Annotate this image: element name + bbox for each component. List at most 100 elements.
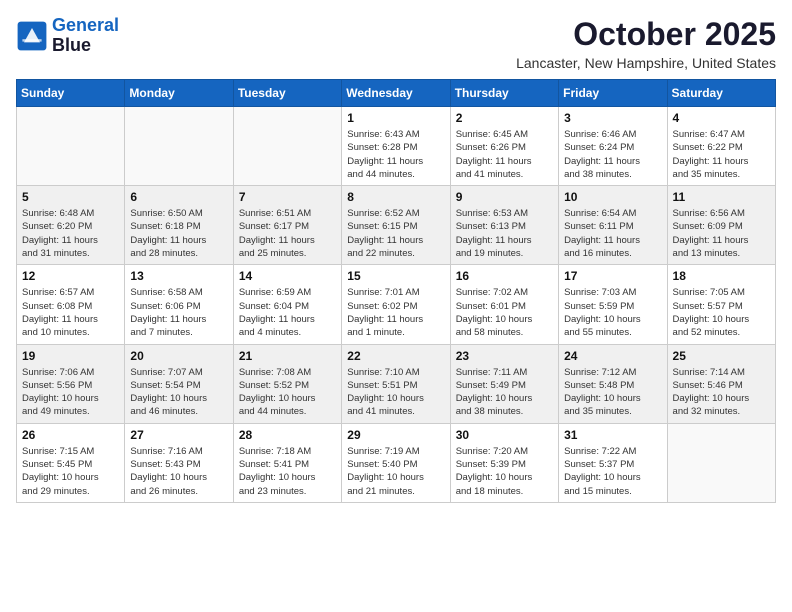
day-cell: 11 Sunrise: 6:56 AM Sunset: 6:09 PM Dayli… (667, 186, 775, 265)
day-number: 27 (130, 428, 227, 442)
day-number: 21 (239, 349, 336, 363)
day-info: Sunrise: 7:14 AM Sunset: 5:46 PM Dayligh… (673, 366, 770, 419)
day-cell: 4Sunrise: 6:47 AM Sunset: 6:22 PM Daylig… (667, 107, 775, 186)
day-cell: 15 Sunrise: 7:01 AM Sunset: 6:02 PM Dayli… (342, 265, 450, 344)
day-info: Sunrise: 6:59 AM Sunset: 6:04 PM Dayligh… (239, 286, 336, 339)
day-number: 30 (456, 428, 553, 442)
day-info: Sunrise: 7:02 AM Sunset: 6:01 PM Dayligh… (456, 286, 553, 339)
day-number: 6 (130, 190, 227, 204)
day-number: 29 (347, 428, 444, 442)
weekday-header-friday: Friday (559, 80, 667, 107)
day-number: 31 (564, 428, 661, 442)
day-number: 26 (22, 428, 119, 442)
day-cell: 14 Sunrise: 6:59 AM Sunset: 6:04 PM Dayli… (233, 265, 341, 344)
week-row-4: 19 Sunrise: 7:06 AM Sunset: 5:56 PM Dayli… (17, 344, 776, 423)
day-cell: 10 Sunrise: 6:54 AM Sunset: 6:11 PM Dayli… (559, 186, 667, 265)
day-number: 18 (673, 269, 770, 283)
day-number: 1 (347, 111, 444, 125)
day-number: 12 (22, 269, 119, 283)
day-number: 19 (22, 349, 119, 363)
day-cell: 28 Sunrise: 7:18 AM Sunset: 5:41 PM Dayli… (233, 423, 341, 502)
day-cell: 5 Sunrise: 6:48 AM Sunset: 6:20 PM Daylig… (17, 186, 125, 265)
day-info: Sunrise: 7:22 AM Sunset: 5:37 PM Dayligh… (564, 445, 661, 498)
day-cell: 1Sunrise: 6:43 AM Sunset: 6:28 PM Daylig… (342, 107, 450, 186)
day-info: Sunrise: 7:11 AM Sunset: 5:49 PM Dayligh… (456, 366, 553, 419)
day-cell: 18 Sunrise: 7:05 AM Sunset: 5:57 PM Dayli… (667, 265, 775, 344)
day-cell: 6 Sunrise: 6:50 AM Sunset: 6:18 PM Daylig… (125, 186, 233, 265)
day-number: 7 (239, 190, 336, 204)
day-info: Sunrise: 7:03 AM Sunset: 5:59 PM Dayligh… (564, 286, 661, 339)
day-info: Sunrise: 6:53 AM Sunset: 6:13 PM Dayligh… (456, 207, 553, 260)
day-cell: 24 Sunrise: 7:12 AM Sunset: 5:48 PM Dayli… (559, 344, 667, 423)
day-info: Sunrise: 6:48 AM Sunset: 6:20 PM Dayligh… (22, 207, 119, 260)
logo: General Blue (16, 16, 119, 56)
day-number: 15 (347, 269, 444, 283)
day-info: Sunrise: 7:18 AM Sunset: 5:41 PM Dayligh… (239, 445, 336, 498)
day-number: 24 (564, 349, 661, 363)
day-cell (233, 107, 341, 186)
day-info: Sunrise: 6:46 AM Sunset: 6:24 PM Dayligh… (564, 128, 661, 181)
day-number: 23 (456, 349, 553, 363)
day-cell (17, 107, 125, 186)
day-info: Sunrise: 6:47 AM Sunset: 6:22 PM Dayligh… (673, 128, 770, 181)
day-number: 11 (673, 190, 770, 204)
day-info: Sunrise: 6:50 AM Sunset: 6:18 PM Dayligh… (130, 207, 227, 260)
day-number: 9 (456, 190, 553, 204)
day-info: Sunrise: 6:54 AM Sunset: 6:11 PM Dayligh… (564, 207, 661, 260)
day-info: Sunrise: 7:20 AM Sunset: 5:39 PM Dayligh… (456, 445, 553, 498)
day-info: Sunrise: 6:45 AM Sunset: 6:26 PM Dayligh… (456, 128, 553, 181)
day-cell: 16 Sunrise: 7:02 AM Sunset: 6:01 PM Dayli… (450, 265, 558, 344)
week-row-3: 12Sunrise: 6:57 AM Sunset: 6:08 PM Dayli… (17, 265, 776, 344)
day-cell: 21Sunrise: 7:08 AM Sunset: 5:52 PM Dayli… (233, 344, 341, 423)
day-cell: 27 Sunrise: 7:16 AM Sunset: 5:43 PM Dayli… (125, 423, 233, 502)
day-cell: 13 Sunrise: 6:58 AM Sunset: 6:06 PM Dayli… (125, 265, 233, 344)
location: Lancaster, New Hampshire, United States (516, 55, 776, 71)
day-number: 5 (22, 190, 119, 204)
day-number: 25 (673, 349, 770, 363)
day-cell: 9 Sunrise: 6:53 AM Sunset: 6:13 PM Daylig… (450, 186, 558, 265)
day-info: Sunrise: 7:16 AM Sunset: 5:43 PM Dayligh… (130, 445, 227, 498)
day-info: Sunrise: 7:15 AM Sunset: 5:45 PM Dayligh… (22, 445, 119, 498)
calendar: SundayMondayTuesdayWednesdayThursdayFrid… (16, 79, 776, 503)
weekday-header-monday: Monday (125, 80, 233, 107)
day-cell: 30 Sunrise: 7:20 AM Sunset: 5:39 PM Dayli… (450, 423, 558, 502)
day-info: Sunrise: 7:06 AM Sunset: 5:56 PM Dayligh… (22, 366, 119, 419)
day-cell: 31 Sunrise: 7:22 AM Sunset: 5:37 PM Dayli… (559, 423, 667, 502)
day-info: Sunrise: 7:05 AM Sunset: 5:57 PM Dayligh… (673, 286, 770, 339)
week-row-5: 26 Sunrise: 7:15 AM Sunset: 5:45 PM Dayli… (17, 423, 776, 502)
day-number: 17 (564, 269, 661, 283)
day-number: 28 (239, 428, 336, 442)
day-info: Sunrise: 7:01 AM Sunset: 6:02 PM Dayligh… (347, 286, 444, 339)
day-number: 13 (130, 269, 227, 283)
week-row-1: 1Sunrise: 6:43 AM Sunset: 6:28 PM Daylig… (17, 107, 776, 186)
day-info: Sunrise: 7:12 AM Sunset: 5:48 PM Dayligh… (564, 366, 661, 419)
day-cell: 17 Sunrise: 7:03 AM Sunset: 5:59 PM Dayli… (559, 265, 667, 344)
day-info: Sunrise: 6:51 AM Sunset: 6:17 PM Dayligh… (239, 207, 336, 260)
day-cell: 22 Sunrise: 7:10 AM Sunset: 5:51 PM Dayli… (342, 344, 450, 423)
day-number: 10 (564, 190, 661, 204)
day-cell: 12Sunrise: 6:57 AM Sunset: 6:08 PM Dayli… (17, 265, 125, 344)
day-info: Sunrise: 6:58 AM Sunset: 6:06 PM Dayligh… (130, 286, 227, 339)
weekday-header-row: SundayMondayTuesdayWednesdayThursdayFrid… (17, 80, 776, 107)
day-cell: 2 Sunrise: 6:45 AM Sunset: 6:26 PM Daylig… (450, 107, 558, 186)
day-info: Sunrise: 6:56 AM Sunset: 6:09 PM Dayligh… (673, 207, 770, 260)
day-number: 2 (456, 111, 553, 125)
day-number: 20 (130, 349, 227, 363)
day-info: Sunrise: 7:10 AM Sunset: 5:51 PM Dayligh… (347, 366, 444, 419)
day-cell: 20Sunrise: 7:07 AM Sunset: 5:54 PM Dayli… (125, 344, 233, 423)
day-number: 22 (347, 349, 444, 363)
logo-line2: Blue (52, 36, 119, 56)
day-cell: 26 Sunrise: 7:15 AM Sunset: 5:45 PM Dayli… (17, 423, 125, 502)
logo-text: General Blue (52, 16, 119, 56)
page-header: General Blue October 2025 Lancaster, New… (16, 16, 776, 71)
day-info: Sunrise: 6:52 AM Sunset: 6:15 PM Dayligh… (347, 207, 444, 260)
day-number: 14 (239, 269, 336, 283)
day-cell: 7 Sunrise: 6:51 AM Sunset: 6:17 PM Daylig… (233, 186, 341, 265)
month-title: October 2025 (516, 16, 776, 53)
day-cell: 29Sunrise: 7:19 AM Sunset: 5:40 PM Dayli… (342, 423, 450, 502)
day-cell: 19 Sunrise: 7:06 AM Sunset: 5:56 PM Dayli… (17, 344, 125, 423)
day-cell: 3Sunrise: 6:46 AM Sunset: 6:24 PM Daylig… (559, 107, 667, 186)
day-cell: 25 Sunrise: 7:14 AM Sunset: 5:46 PM Dayli… (667, 344, 775, 423)
weekday-header-tuesday: Tuesday (233, 80, 341, 107)
day-number: 16 (456, 269, 553, 283)
